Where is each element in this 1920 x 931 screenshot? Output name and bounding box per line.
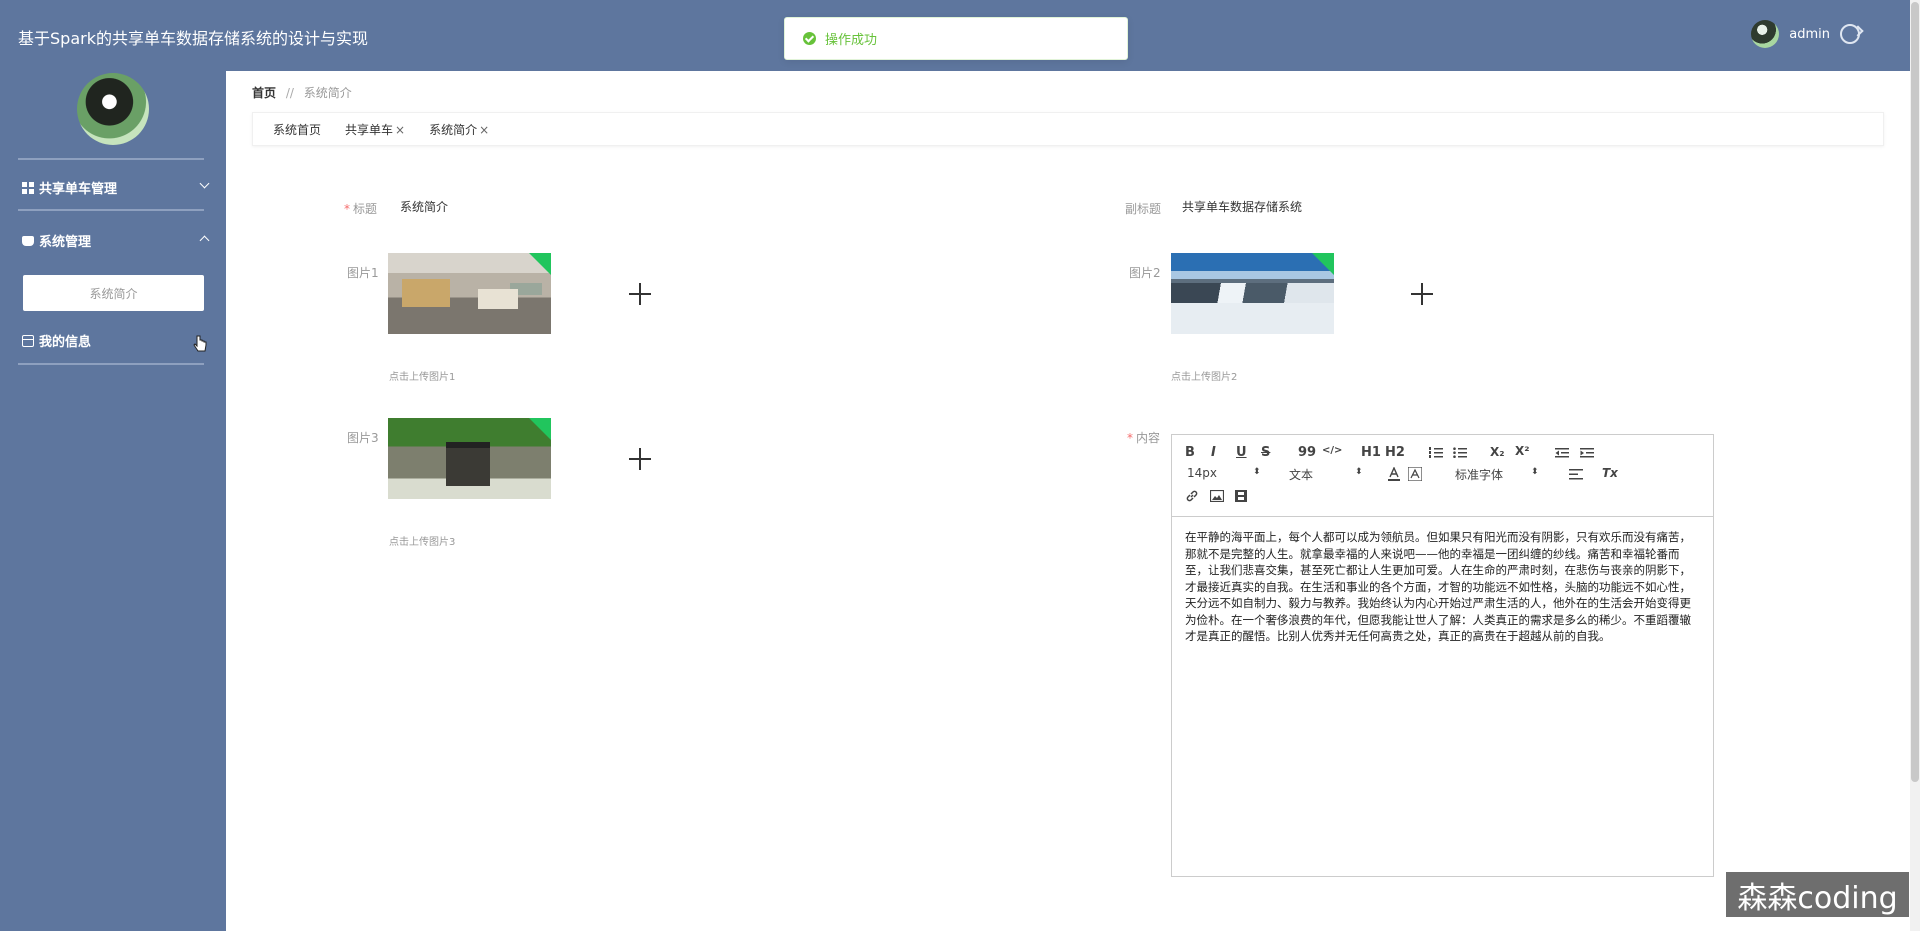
font-size-select[interactable]: 14px ⬍ — [1187, 466, 1261, 480]
sidebar-item-label: 共享单车管理 — [39, 182, 118, 197]
tab-label: 共享单车 — [345, 122, 394, 137]
superscript-button[interactable]: X² — [1515, 444, 1530, 458]
select-arrows-icon: ⬍ — [1531, 467, 1539, 477]
tab-label: 系统首页 — [273, 122, 322, 137]
tab-label: 系统简介 — [429, 122, 478, 137]
toast-message: 操作成功 — [825, 33, 878, 48]
strike-button[interactable]: S — [1261, 445, 1270, 460]
tab-home[interactable]: 系统首页 — [273, 121, 321, 138]
title-label: * 标题 — [344, 202, 378, 216]
success-icon — [803, 32, 816, 45]
content-label: * 内容 — [1127, 431, 1161, 445]
subtitle-input[interactable]: 共享单车数据存储系统 — [1182, 198, 1302, 215]
indent-icon[interactable] — [1580, 447, 1594, 459]
outdent-icon[interactable] — [1555, 447, 1569, 459]
breadcrumb-current: 系统简介 — [303, 86, 352, 100]
font-family-value: 标准字体 — [1455, 468, 1504, 482]
image2-preview[interactable] — [1171, 253, 1334, 334]
select-arrows-icon: ⬍ — [1355, 467, 1363, 477]
font-color-icon[interactable] — [1388, 467, 1400, 481]
align-icon[interactable] — [1569, 469, 1583, 480]
code-block-button[interactable]: </> — [1322, 445, 1342, 456]
hand-cursor-icon — [193, 335, 207, 352]
font-family-select[interactable]: 标准字体 ⬍ — [1455, 466, 1539, 483]
header1-button[interactable]: H1 — [1361, 445, 1381, 460]
bold-button[interactable]: B — [1185, 445, 1195, 460]
sidebar: 共享单车管理 系统管理 系统简介 我的信息 — [0, 71, 226, 931]
plus-icon[interactable] — [629, 448, 651, 470]
breadcrumb: 首页 // 系统简介 — [252, 84, 352, 101]
subtitle-label: 副标题 — [1125, 202, 1162, 216]
user-area: admin — [1751, 20, 1860, 48]
image3-label: 图片3 — [347, 431, 379, 445]
image-icon[interactable] — [1210, 490, 1224, 502]
success-toast: 操作成功 — [784, 17, 1128, 60]
close-icon[interactable]: × — [395, 123, 405, 137]
editor-content[interactable]: 在平静的海平面上，每个人都可以成为领航员。但如果只有阳光而没有阴影，只有欢乐而没… — [1172, 517, 1713, 657]
watermark: 森森coding — [1726, 872, 1909, 917]
user-avatar[interactable] — [1751, 20, 1780, 48]
sidebar-item-bike-management[interactable]: 共享单车管理 — [22, 178, 210, 197]
image1-preview[interactable] — [388, 253, 551, 334]
sidebar-item-system-management[interactable]: 系统管理 — [22, 231, 210, 250]
username[interactable]: admin — [1789, 27, 1830, 42]
italic-button[interactable]: I — [1211, 445, 1216, 460]
chevron-up-icon — [199, 235, 210, 246]
sidebar-avatar — [77, 73, 149, 145]
scrollbar-track[interactable] — [1910, 0, 1920, 931]
tab-shared-bike[interactable]: 共享单车 × — [345, 121, 405, 138]
underline-button[interactable]: U — [1236, 445, 1247, 460]
blockquote-button[interactable]: 99 — [1298, 445, 1316, 460]
breadcrumb-separator: // — [285, 86, 294, 100]
bullet-list-icon[interactable] — [1453, 447, 1467, 459]
sidebar-divider — [18, 209, 204, 211]
editor-toolbar: B I U S 99 </> H1 H2 X₂ X² 14px ⬍ 文本 ⬍ 标准字… — [1172, 435, 1713, 517]
image2-label: 图片2 — [1129, 266, 1161, 280]
system-icon — [22, 235, 34, 246]
plus-icon[interactable] — [1411, 283, 1433, 305]
submenu-item-system-intro[interactable]: 系统简介 — [23, 275, 204, 311]
block-format-select[interactable]: 文本 ⬍ — [1289, 466, 1363, 483]
app-title: 基于Spark的共享单车数据存储系统的设计与实现 — [18, 29, 368, 48]
ordered-list-icon[interactable] — [1429, 447, 1443, 459]
title-input[interactable]: 系统简介 — [400, 198, 448, 215]
clear-format-button[interactable]: Tx — [1602, 466, 1618, 480]
subscript-button[interactable]: X₂ — [1490, 445, 1505, 459]
sidebar-divider — [18, 158, 204, 160]
grid-icon — [22, 181, 34, 194]
refresh-icon[interactable] — [1840, 24, 1860, 44]
image1-upload-hint: 点击上传图片1 — [389, 372, 456, 383]
breadcrumb-home[interactable]: 首页 — [252, 86, 276, 100]
close-icon[interactable]: × — [479, 123, 489, 137]
block-format-value: 文本 — [1289, 468, 1314, 482]
id-card-icon — [22, 334, 34, 347]
sidebar-item-label: 系统管理 — [39, 235, 92, 250]
sidebar-item-my-info[interactable]: 我的信息 — [22, 331, 208, 350]
plus-icon[interactable] — [629, 283, 651, 305]
background-color-icon[interactable] — [1408, 467, 1422, 481]
chevron-down-icon — [199, 178, 210, 189]
sidebar-item-label: 我的信息 — [39, 335, 92, 350]
tabs-bar: 系统首页 共享单车 × 系统简介 × — [252, 112, 1884, 146]
rich-text-editor: B I U S 99 </> H1 H2 X₂ X² 14px ⬍ 文本 ⬍ 标准字… — [1171, 434, 1714, 877]
sidebar-divider — [18, 363, 204, 365]
link-icon[interactable] — [1185, 489, 1199, 503]
image2-upload-hint: 点击上传图片2 — [1171, 372, 1238, 383]
font-size-value: 14px — [1187, 466, 1217, 480]
video-icon[interactable] — [1235, 490, 1247, 502]
tab-system-intro[interactable]: 系统简介 × — [429, 121, 489, 138]
header2-button[interactable]: H2 — [1385, 445, 1405, 460]
scrollbar-thumb[interactable] — [1911, 2, 1919, 782]
select-arrows-icon: ⬍ — [1253, 467, 1261, 477]
image1-label: 图片1 — [347, 266, 379, 280]
image3-upload-hint: 点击上传图片3 — [389, 537, 456, 548]
image3-preview[interactable] — [388, 418, 551, 499]
